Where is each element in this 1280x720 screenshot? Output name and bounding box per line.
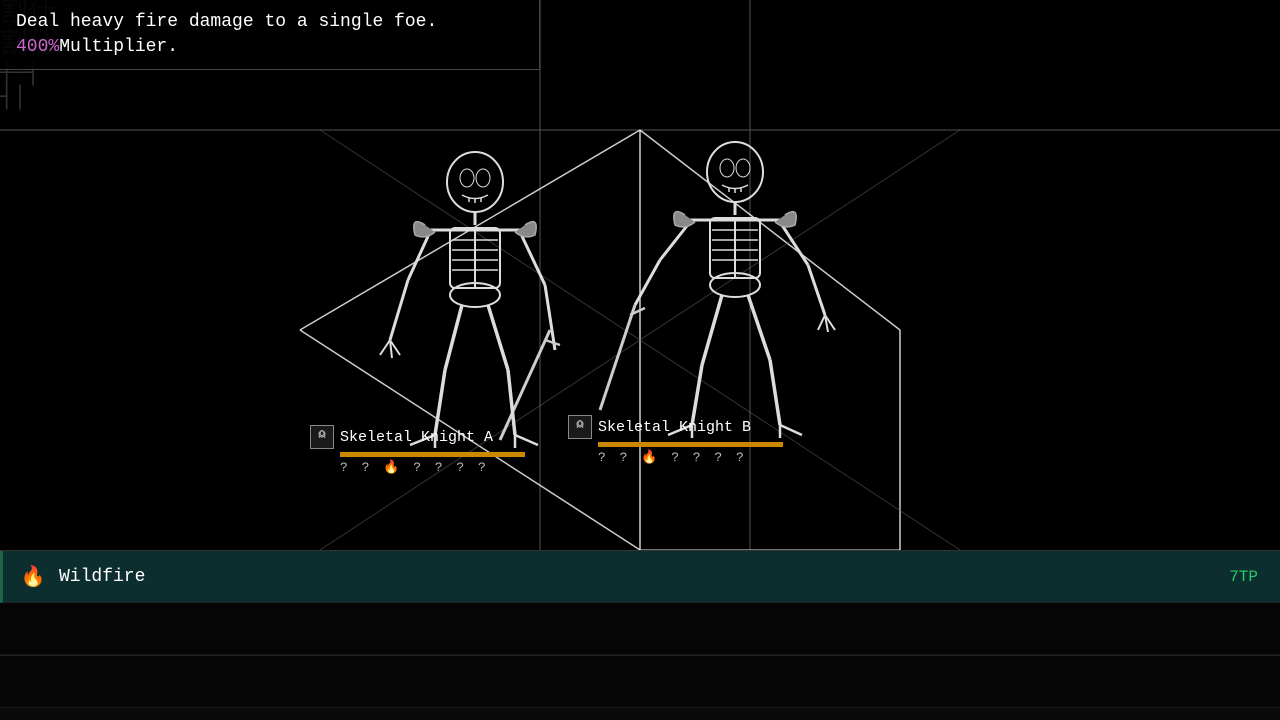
enemy-b-name: Skeletal Knight B bbox=[598, 419, 751, 436]
enemy-b-icon bbox=[568, 415, 592, 439]
battle-field: Skeletal Knight A ? ? 🔥 ? ? ? ? Skeletal… bbox=[0, 0, 1280, 550]
enemy-a-name: Skeletal Knight A bbox=[340, 429, 493, 446]
skeleton-a bbox=[380, 152, 560, 448]
enemy-b-container: Skeletal Knight B ? ? 🔥 ? ? ? ? bbox=[568, 415, 783, 465]
enemy-b-stats: ? ? 🔥 ? ? ? ? bbox=[598, 450, 747, 465]
enemy-a-icon bbox=[310, 425, 334, 449]
skill-slot-3 bbox=[0, 656, 1280, 708]
enemy-a-hp-bar bbox=[340, 452, 525, 457]
enemy-a-container: Skeletal Knight A ? ? 🔥 ? ? ? ? bbox=[310, 425, 525, 475]
enemy-b-hp-fill bbox=[598, 442, 783, 447]
skill-description: Deal heavy fire damage to a single foe. bbox=[16, 10, 523, 35]
enemy-b-hp-bar bbox=[598, 442, 783, 447]
skill-slot-1[interactable]: 🔥 Wildfire 7TP bbox=[0, 551, 1280, 603]
enemy-a-hp-fill bbox=[340, 452, 525, 457]
multiplier-value: 400% bbox=[16, 37, 59, 57]
multiplier-text: Multiplier. bbox=[59, 37, 178, 57]
skeleton-b bbox=[600, 142, 835, 438]
game-container: Skeletal Knight A ? ? 🔥 ? ? ? ? Skeletal… bbox=[0, 0, 1280, 720]
skill-slot-2 bbox=[0, 603, 1280, 655]
skill-1-cost: 7TP bbox=[1229, 568, 1258, 586]
bottom-panel: 🔥 Wildfire 7TP bbox=[0, 550, 1280, 720]
skill-1-name: Wildfire bbox=[59, 567, 1219, 587]
skill-multiplier: 400%Multiplier. bbox=[16, 37, 523, 57]
enemy-a-stats: ? ? 🔥 ? ? ? ? bbox=[340, 460, 489, 475]
top-panel: Deal heavy fire damage to a single foe. … bbox=[0, 0, 540, 70]
skill-1-icon: 🔥 bbox=[17, 561, 49, 593]
battle-svg bbox=[0, 0, 1280, 550]
